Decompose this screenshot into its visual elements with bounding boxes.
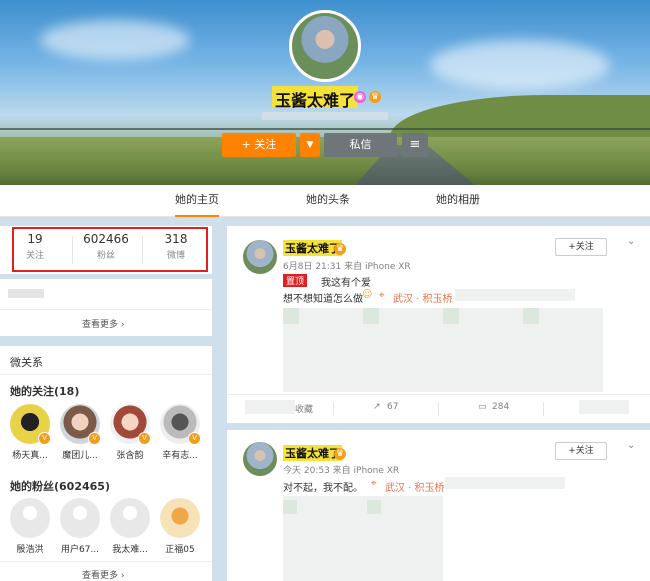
pixel-block <box>283 500 297 514</box>
following-name: 张含韵 <box>116 451 144 461</box>
following-user[interactable]: V 张含韵 <box>108 404 152 461</box>
relations-title: 微关系 <box>10 356 43 369</box>
location-pin-icon: ⌖ <box>379 290 385 301</box>
post-location[interactable]: 武汉 · 积玉桥 <box>393 290 453 305</box>
divider <box>333 402 334 416</box>
info-more-link[interactable]: 查看更多 › <box>82 317 124 330</box>
member-icon[interactable]: ◉ <box>354 91 366 103</box>
pixel-block <box>443 308 459 324</box>
pixel-block <box>367 500 381 514</box>
profile-tabbar: 她的主页 她的头条 她的相册 <box>0 185 650 217</box>
blurred-text <box>445 477 565 489</box>
fan-name: 殷浩洪 <box>16 545 44 555</box>
info-card: 查看更多 › <box>0 279 212 336</box>
following-name: 杨天真... <box>12 451 48 461</box>
fan-user[interactable]: 殷浩洪 <box>8 498 52 555</box>
profile-avatar[interactable] <box>289 10 361 82</box>
default-avatar-icon <box>10 498 50 538</box>
verified-icon: V <box>38 432 51 445</box>
fan-user[interactable]: 用户67... <box>58 498 102 555</box>
follow-dropdown-button[interactable]: ▼ <box>300 133 320 157</box>
divider <box>0 374 212 375</box>
default-avatar-icon <box>60 498 100 538</box>
profile-name: 玉酱太难了 <box>272 86 359 110</box>
tab-headlines[interactable]: 她的头条 <box>306 185 350 217</box>
avatar: V <box>110 404 151 445</box>
verified-icon: V <box>188 432 201 445</box>
message-button[interactable]: 私信 <box>324 133 397 157</box>
following-name: 辛有志... <box>162 451 198 461</box>
verified-icon: V <box>88 432 101 445</box>
post-follow-button[interactable]: +关注 <box>555 238 607 256</box>
fan-name: 我太难... <box>112 545 148 555</box>
fan-user[interactable]: 正福05 <box>158 498 202 555</box>
crown-icon[interactable]: ♛ <box>369 91 381 103</box>
feed-post: 玉酱太难了 ♛ 6月8日 21:31 来自 iPhone XR +关注 ⌄ 置顶… <box>227 226 650 423</box>
forward-icon[interactable]: ↗ <box>373 402 381 412</box>
post-meta[interactable]: 今天 20:53 来自 iPhone XR <box>283 463 399 476</box>
fans-title[interactable]: 她的粉丝(602465) <box>10 478 110 494</box>
default-avatar-icon <box>110 498 150 538</box>
verified-icon: V <box>138 432 151 445</box>
post-meta[interactable]: 6月8日 21:31 来自 iPhone XR <box>283 259 411 272</box>
post-follow-button[interactable]: +关注 <box>555 442 607 460</box>
comment-count[interactable]: 284 <box>492 402 509 412</box>
relations-more-link[interactable]: 查看更多 › <box>82 568 124 581</box>
avatar: V <box>10 404 51 445</box>
blurred-like[interactable] <box>579 400 629 414</box>
post-text: 我这有个爱 <box>321 278 371 289</box>
following-title[interactable]: 她的关注(18) <box>10 383 79 399</box>
post-avatar[interactable] <box>243 240 277 274</box>
pixel-block <box>523 308 539 324</box>
crown-icon[interactable]: ♛ <box>334 243 346 255</box>
tab-home[interactable]: 她的主页 <box>175 185 219 217</box>
following-user[interactable]: V 杨天真... <box>8 404 52 461</box>
following-user[interactable]: V 魔团儿... <box>58 404 102 461</box>
fan-name: 用户67... <box>60 545 100 555</box>
crown-icon[interactable]: ♛ <box>334 448 346 460</box>
avatar: V <box>60 404 101 445</box>
divider <box>543 402 544 416</box>
post-images-blurred[interactable] <box>283 496 443 581</box>
post-avatar[interactable] <box>243 442 277 476</box>
feed-post: 玉酱太难了 ♛ 今天 20:53 来自 iPhone XR +关注 ⌄ 对不起，… <box>227 430 650 581</box>
relations-card: 微关系 她的关注(18) V 杨天真... V 魔团儿... V 张含韵 V 辛… <box>0 346 212 581</box>
blurred-text <box>455 289 575 301</box>
post-menu-chevron-icon[interactable]: ⌄ <box>627 236 635 247</box>
cover-cloud <box>430 40 610 90</box>
pinned-badge: 置顶 <box>283 274 308 287</box>
tab-album[interactable]: 她的相册 <box>436 185 480 217</box>
cover-cloud <box>40 20 190 60</box>
stats-highlight-box <box>12 227 208 272</box>
follow-button[interactable]: + 关注 <box>222 133 296 157</box>
post-menu-chevron-icon[interactable]: ⌄ <box>627 440 635 451</box>
fan-name: 正福05 <box>165 545 195 555</box>
avatar: V <box>160 404 201 445</box>
forward-count[interactable]: 67 <box>387 402 398 412</box>
post-location[interactable]: 武汉 · 积玉桥 <box>385 479 445 494</box>
divider <box>227 394 650 395</box>
profile-bio-blurred <box>262 112 388 120</box>
divider <box>0 561 212 562</box>
fan-user[interactable]: 我太难... <box>108 498 152 555</box>
divider <box>0 309 212 310</box>
favorite-button[interactable]: 收藏 <box>295 402 313 415</box>
pixel-block <box>283 308 299 324</box>
divider <box>438 402 439 416</box>
post-text: 想不想知道怎么做 <box>283 294 363 305</box>
comment-icon[interactable]: ▭ <box>478 402 487 412</box>
following-user[interactable]: V 辛有志... <box>158 404 202 461</box>
avatar <box>160 498 200 538</box>
following-name: 魔团儿... <box>62 451 98 461</box>
location-pin-icon: ⌖ <box>371 478 377 489</box>
info-blurred <box>8 289 44 298</box>
post-text: 对不起，我不配。 <box>283 483 363 494</box>
blurred-text <box>245 400 295 414</box>
pixel-block <box>363 308 379 324</box>
emoji-icon: ☺ <box>362 289 373 300</box>
more-menu-icon[interactable]: ≡ <box>402 133 428 157</box>
